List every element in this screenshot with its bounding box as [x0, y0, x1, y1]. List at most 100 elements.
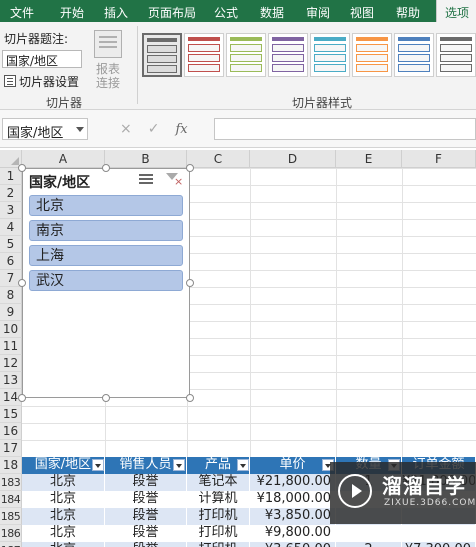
- play-logo-icon: [338, 474, 372, 508]
- filter-dropdown-icon[interactable]: [173, 459, 185, 471]
- table-cell[interactable]: [402, 525, 476, 542]
- tab-formulas[interactable]: 公式: [214, 4, 238, 21]
- resize-handle[interactable]: [186, 394, 194, 402]
- row-header[interactable]: 4: [0, 219, 22, 236]
- row-header[interactable]: 15: [0, 406, 22, 423]
- column-header-b[interactable]: B: [105, 150, 187, 168]
- row-header[interactable]: 183: [0, 474, 22, 491]
- resize-handle[interactable]: [18, 279, 26, 287]
- table-cell[interactable]: 2: [336, 542, 402, 547]
- slicer-style-swatch[interactable]: [436, 33, 476, 77]
- tab-help[interactable]: 帮助: [396, 4, 420, 21]
- resize-handle[interactable]: [102, 394, 110, 402]
- row-header[interactable]: 16: [0, 423, 22, 440]
- column-header-d[interactable]: D: [250, 150, 336, 168]
- watermark-title: 溜溜自学: [382, 474, 466, 498]
- column-header-a[interactable]: A: [22, 150, 105, 168]
- table-cell[interactable]: ¥21,800.00: [250, 474, 336, 491]
- tab-home[interactable]: 开始: [60, 4, 84, 21]
- slicer-style-swatch[interactable]: [184, 33, 224, 77]
- table-cell[interactable]: 北京: [22, 474, 105, 491]
- table-cell[interactable]: ¥9,800.00: [250, 525, 336, 542]
- row-header[interactable]: 6: [0, 253, 22, 270]
- resize-handle[interactable]: [186, 164, 194, 172]
- table-cell[interactable]: 打印机: [187, 525, 250, 542]
- row-header[interactable]: 18: [0, 457, 22, 474]
- slicer-style-swatch[interactable]: [142, 33, 182, 77]
- table-cell[interactable]: ¥18,000.00: [250, 491, 336, 508]
- slicer-caption-input[interactable]: 国家/地区: [2, 50, 82, 68]
- slicer-panel[interactable]: 国家/地区 北京 南京 上海 武汉: [22, 168, 190, 398]
- table-cell[interactable]: 北京: [22, 525, 105, 542]
- resize-handle[interactable]: [18, 164, 26, 172]
- resize-handle[interactable]: [102, 164, 110, 172]
- table-cell[interactable]: ¥3,850.00: [250, 508, 336, 525]
- row-header[interactable]: 17: [0, 440, 22, 457]
- filter-dropdown-icon[interactable]: [237, 459, 249, 471]
- table-cell[interactable]: 打印机: [187, 508, 250, 525]
- slicer-style-swatch[interactable]: [226, 33, 266, 77]
- table-cell[interactable]: 段誉: [105, 542, 187, 547]
- slicer-settings-button[interactable]: 切片器设置: [4, 72, 79, 90]
- row-header[interactable]: 3: [0, 202, 22, 219]
- table-cell[interactable]: 段誉: [105, 491, 187, 508]
- slicer-item-nanjing[interactable]: 南京: [29, 220, 183, 241]
- row-header[interactable]: 12: [0, 355, 22, 372]
- worksheet-grid[interactable]: A B C D E F 1 2 3 4 5 6 7 8 9 10 11 12 13 14 15 16 17 18 1…: [0, 150, 476, 547]
- table-cell[interactable]: 段誉: [105, 525, 187, 542]
- formula-input[interactable]: [214, 118, 476, 140]
- column-header-c[interactable]: C: [187, 150, 250, 168]
- row-header[interactable]: 8: [0, 287, 22, 304]
- row-header[interactable]: 187: [0, 542, 22, 547]
- row-header[interactable]: 10: [0, 321, 22, 338]
- table-cell[interactable]: 段誉: [105, 474, 187, 491]
- name-box-dropdown-icon[interactable]: [76, 127, 84, 132]
- tab-file[interactable]: 文件: [10, 4, 34, 21]
- table-cell[interactable]: ¥3,650.00: [250, 542, 336, 547]
- slicer-caption-label: 切片器题注:: [4, 32, 69, 46]
- tab-insert[interactable]: 插入: [104, 4, 128, 21]
- slicer-title: 国家/地区: [29, 175, 91, 191]
- tab-options[interactable]: 选项: [436, 0, 476, 24]
- slicer-style-swatch[interactable]: [394, 33, 434, 77]
- table-cell[interactable]: 计算机: [187, 491, 250, 508]
- table-cell[interactable]: ¥7,300.00: [402, 542, 476, 547]
- table-cell[interactable]: 段誉: [105, 508, 187, 525]
- resize-handle[interactable]: [18, 394, 26, 402]
- row-header[interactable]: 185: [0, 508, 22, 525]
- table-cell[interactable]: 打印机: [187, 542, 250, 547]
- enter-icon[interactable]: ✓: [148, 121, 160, 137]
- slicer-item-beijing[interactable]: 北京: [29, 195, 183, 216]
- row-header[interactable]: 5: [0, 236, 22, 253]
- row-header[interactable]: 13: [0, 372, 22, 389]
- excel-window: 文件 开始 插入 页面布局 公式 数据 审阅 视图 帮助 选项 切片器题注: 国…: [0, 0, 476, 547]
- cancel-icon[interactable]: ×: [120, 121, 132, 137]
- row-header[interactable]: 11: [0, 338, 22, 355]
- multi-select-icon[interactable]: [139, 173, 153, 185]
- slicer-item-shanghai[interactable]: 上海: [29, 245, 183, 266]
- row-header[interactable]: 184: [0, 491, 22, 508]
- tab-review[interactable]: 审阅: [306, 4, 330, 21]
- column-header-e[interactable]: E: [336, 150, 402, 168]
- table-cell[interactable]: [336, 525, 402, 542]
- tab-view[interactable]: 视图: [350, 4, 374, 21]
- table-cell[interactable]: 北京: [22, 542, 105, 547]
- table-cell[interactable]: 北京: [22, 508, 105, 525]
- tab-page-layout[interactable]: 页面布局: [148, 4, 196, 21]
- report-connections-button[interactable]: 报表连接: [88, 30, 128, 100]
- resize-handle[interactable]: [186, 279, 194, 287]
- row-header[interactable]: 186: [0, 525, 22, 542]
- slicer-style-swatch[interactable]: [352, 33, 392, 77]
- column-header-f[interactable]: F: [402, 150, 476, 168]
- table-cell[interactable]: 北京: [22, 491, 105, 508]
- slicer-style-swatch[interactable]: [310, 33, 350, 77]
- tab-data[interactable]: 数据: [260, 4, 284, 21]
- row-header[interactable]: 9: [0, 304, 22, 321]
- slicer-style-swatch[interactable]: [268, 33, 308, 77]
- filter-dropdown-icon[interactable]: [92, 459, 104, 471]
- clear-filter-icon[interactable]: [166, 173, 183, 187]
- insert-function-icon[interactable]: fx: [175, 122, 187, 137]
- slicer-item-wuhan[interactable]: 武汉: [29, 270, 183, 291]
- row-header[interactable]: 2: [0, 185, 22, 202]
- table-cell[interactable]: 笔记本: [187, 474, 250, 491]
